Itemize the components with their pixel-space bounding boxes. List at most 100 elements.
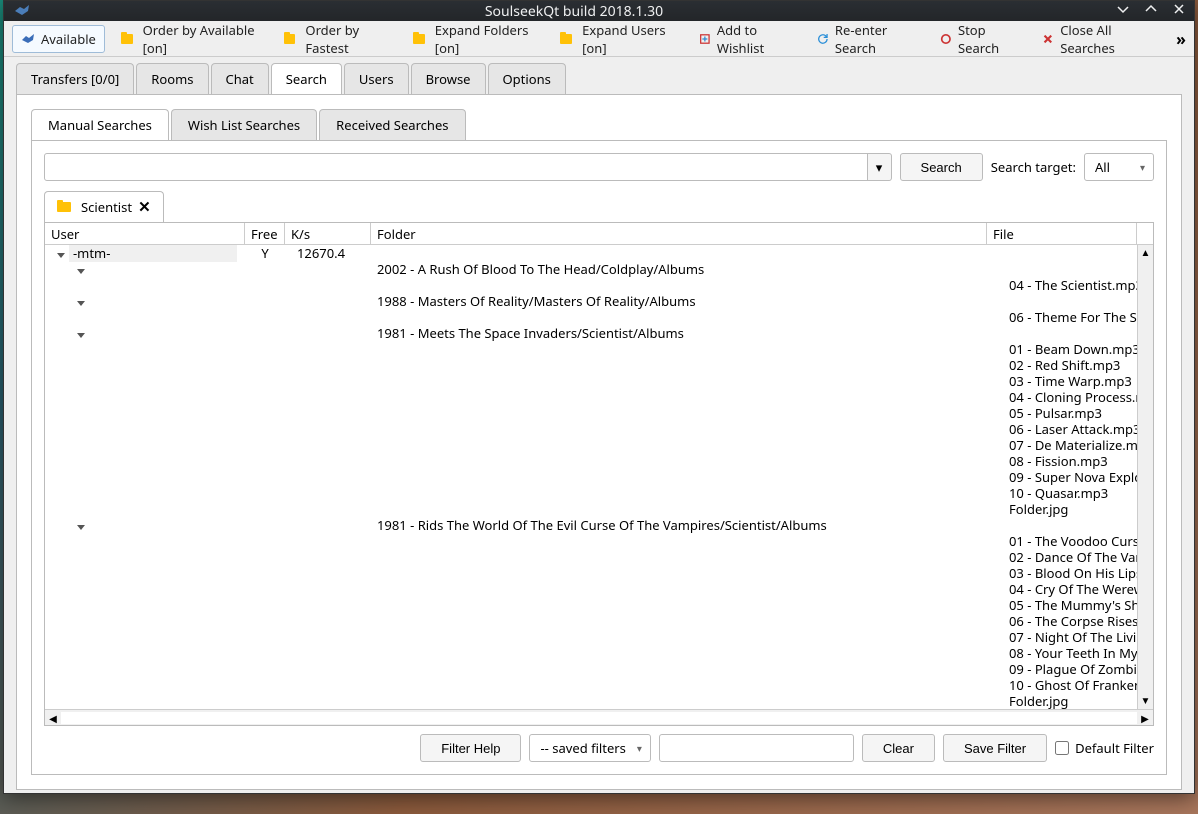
table-row[interactable]: Folder.jpg [45,501,1153,517]
refresh-icon [817,32,829,46]
order-available-button[interactable]: Order by Available [on] [113,17,268,61]
table-row[interactable]: 1981 - Meets The Space Invaders/Scientis… [45,325,1153,341]
scrollbar-track[interactable] [61,712,1137,724]
table-row[interactable]: 1988 - Masters Of Reality/Masters Of Rea… [45,293,1153,309]
toolbar-overflow-button[interactable]: » [1176,28,1186,50]
folder-icon [284,34,296,44]
tab-received[interactable]: Received Searches [319,109,465,140]
folder-icon [413,34,425,44]
order-fastest-button[interactable]: Order by Fastest [276,17,397,61]
tab-rooms[interactable]: Rooms [136,63,208,94]
tab-wish-list[interactable]: Wish List Searches [171,109,317,140]
table-row[interactable]: 01 - Beam Down.mp3 [45,341,1153,357]
wishlist-icon [699,32,711,46]
table-row[interactable]: -mtm-Y12670.4 [45,245,1153,261]
main-window: SoulseekQt build 2018.1.30 Available Ord… [3,0,1195,794]
column-ks[interactable]: K/s [285,223,371,245]
results-header: User Free K/s Folder File [45,223,1153,245]
table-row[interactable]: 06 - Laser Attack.mp3 [45,421,1153,437]
close-result-tab[interactable]: ✕ [138,197,151,217]
close-button[interactable] [1172,2,1186,21]
search-combobox: ▾ [44,153,892,181]
folder-icon [57,202,71,212]
search-target-select[interactable]: All [1084,153,1154,181]
folder-icon [121,34,133,44]
search-history-dropdown[interactable]: ▾ [868,153,892,181]
content-area: Transfers [0/0] Rooms Chat Search Users … [4,57,1194,802]
table-row[interactable]: 08 - Your Teeth In My Neck.mp3 [45,645,1153,661]
tab-chat[interactable]: Chat [211,63,269,94]
saved-filters-select[interactable]: -- saved filters [529,734,650,762]
table-row[interactable]: 04 - Cloning Process.mp3 [45,389,1153,405]
table-row[interactable]: 02 - Red Shift.mp3 [45,357,1153,373]
table-row[interactable]: 03 - Blood On His Lips.mp3 [45,565,1153,581]
default-filter-checkbox[interactable]: Default Filter [1055,739,1154,757]
table-row[interactable]: 09 - Super Nova Explosion.mp3 [45,469,1153,485]
tab-transfers[interactable]: Transfers [0/0] [16,63,134,94]
add-wishlist-button[interactable]: Add to Wishlist [691,17,801,61]
tab-manual-searches[interactable]: Manual Searches [31,109,169,140]
table-row[interactable]: 01 - The Voodoo Curse.mp3 [45,533,1153,549]
expand-users-button[interactable]: Expand Users [on] [552,17,683,61]
tab-search[interactable]: Search [271,63,342,94]
scroll-down-icon[interactable]: ▼ [1138,693,1153,709]
tab-options[interactable]: Options [488,63,566,94]
search-row: ▾ Search Search target: All [44,153,1154,181]
column-folder[interactable]: Folder [371,223,987,245]
table-row[interactable]: 06 - Theme For The Scientist [45,309,1153,325]
search-target-label: Search target: [991,158,1076,176]
scroll-up-icon[interactable]: ▲ [1138,245,1153,261]
table-row[interactable]: 10 - Quasar.mp3 [45,485,1153,501]
table-row[interactable]: 02 - Dance Of The Vampires [45,549,1153,565]
results-body: -mtm-Y12670.42002 - A Rush Of Blood To T… [45,245,1153,709]
reenter-search-button[interactable]: Re-enter Search [809,17,924,61]
column-file[interactable]: File [987,223,1137,245]
table-row[interactable]: 07 - De Materialize.mp3 [45,437,1153,453]
filter-row: Filter Help -- saved filters Clear Save … [44,734,1154,762]
manual-searches-panel: ▾ Search Search target: All Scientist ✕ [31,140,1167,775]
vertical-scrollbar[interactable]: ▲ ▼ [1137,245,1153,709]
search-sub-tabs: Manual Searches Wish List Searches Recei… [17,95,1181,140]
filter-input[interactable] [659,734,854,762]
expand-folders-button[interactable]: Expand Folders [on] [405,17,544,61]
tab-users[interactable]: Users [344,63,409,94]
close-icon [1042,32,1054,46]
table-row[interactable]: Folder.jpg [45,693,1153,709]
clear-filter-button[interactable]: Clear [862,734,935,762]
toolbar: Available Order by Available [on] Order … [4,21,1194,57]
app-icon [12,1,32,21]
result-tabs: Scientist ✕ [44,191,1154,222]
save-filter-button[interactable]: Save Filter [943,734,1047,762]
results-pane: User Free K/s Folder File -mtm-Y12670.42… [44,222,1154,726]
table-row[interactable]: 09 - Plague Of Zombies.mp3 [45,661,1153,677]
tab-browse[interactable]: Browse [411,63,486,94]
column-user[interactable]: User [45,223,245,245]
table-row[interactable]: 2002 - A Rush Of Blood To The Head/Coldp… [45,261,1153,277]
table-row[interactable]: 08 - Fission.mp3 [45,453,1153,469]
available-button[interactable]: Available [12,25,105,53]
filter-help-button[interactable]: Filter Help [420,734,521,762]
table-row[interactable]: 06 - The Corpse Rises.mp3 [45,613,1153,629]
bird-icon [21,32,35,46]
scroll-right-icon[interactable]: ▶ [1137,711,1153,725]
table-row[interactable]: 05 - The Mummy's Shroud.mp3 [45,597,1153,613]
table-row[interactable]: 1981 - Rids The World Of The Evil Curse … [45,517,1153,533]
stop-search-button[interactable]: Stop Search [932,17,1026,61]
table-row[interactable]: 04 - Cry Of The Werewolf.mp3 [45,581,1153,597]
table-row[interactable]: 04 - The Scientist.mp3 [45,277,1153,293]
search-button[interactable]: Search [900,153,983,181]
horizontal-scrollbar[interactable]: ◀ ▶ [45,709,1153,725]
column-free[interactable]: Free [245,223,285,245]
folder-icon [560,34,572,44]
result-tab-scientist[interactable]: Scientist ✕ [44,191,164,222]
search-panel: Manual Searches Wish List Searches Recei… [16,94,1182,790]
table-row[interactable]: 07 - Night Of The Living Dead [45,629,1153,645]
table-row[interactable]: 03 - Time Warp.mp3 [45,373,1153,389]
main-tabs: Transfers [0/0] Rooms Chat Search Users … [4,57,1194,94]
scrollbar-thumb[interactable] [1138,261,1153,693]
search-input[interactable] [44,153,868,181]
table-row[interactable]: 10 - Ghost Of Frankenstein.mp3 [45,677,1153,693]
scroll-left-icon[interactable]: ◀ [45,711,61,725]
close-all-button[interactable]: Close All Searches [1034,17,1160,61]
table-row[interactable]: 05 - Pulsar.mp3 [45,405,1153,421]
